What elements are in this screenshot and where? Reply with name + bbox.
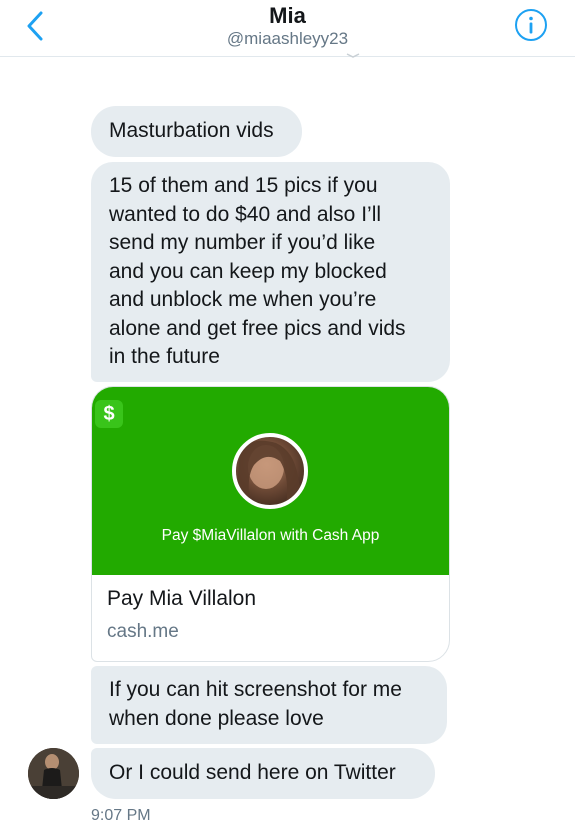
message-bubble[interactable]: 15 of them and 15 pics if you wanted to …	[91, 162, 450, 382]
card-domain: cash.me	[107, 621, 179, 642]
message-timestamp: 9:07 PM	[91, 807, 151, 824]
info-button[interactable]	[514, 8, 548, 42]
conversation-handle: @miaashleyy23	[226, 29, 349, 48]
cash-app-logo-icon: $	[95, 400, 123, 428]
info-icon	[515, 9, 547, 41]
conversation-header: Mia @miaashleyy23	[0, 0, 575, 58]
message-bubble[interactable]: Masturbation vids	[91, 106, 302, 157]
payment-link-card[interactable]: $ Pay $MiaVillalon with Cash App Pay Mia…	[91, 386, 450, 662]
card-preview: $ Pay $MiaVillalon with Cash App	[92, 387, 449, 575]
payee-avatar	[232, 433, 308, 509]
message-bubble[interactable]: Or I could send here on Twitter	[91, 748, 435, 799]
conversation-title: Mia	[269, 3, 306, 28]
scroll-indicator-icon	[346, 53, 360, 58]
card-title: Pay Mia Villalon	[107, 587, 257, 610]
message-bubble[interactable]: If you can hit screenshot for me when do…	[91, 666, 447, 744]
avatar[interactable]	[28, 748, 79, 799]
cash-app-pay-label: Pay $MiaVillalon with Cash App	[161, 527, 380, 544]
